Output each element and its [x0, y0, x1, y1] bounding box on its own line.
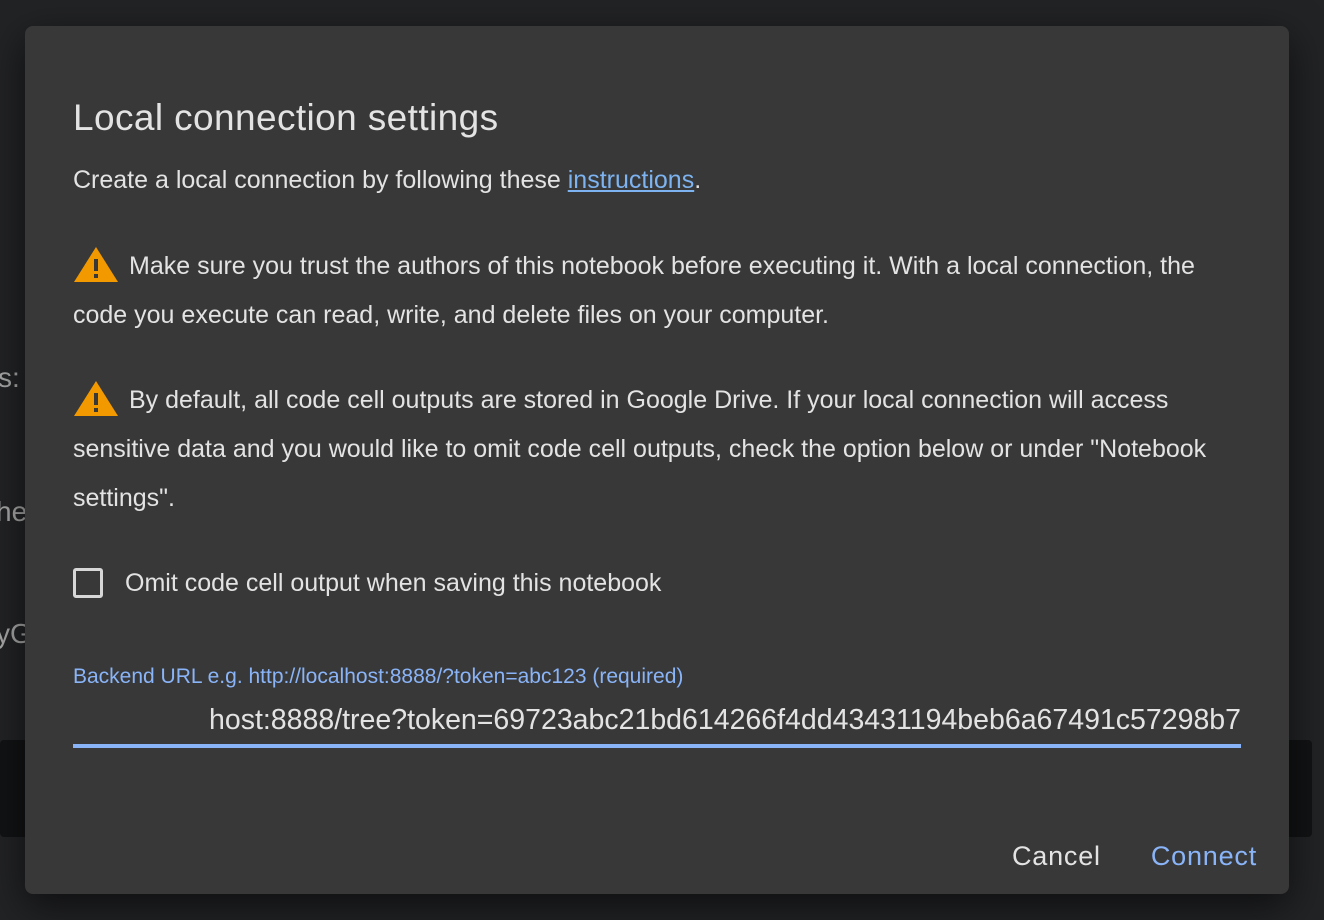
cancel-button[interactable]: Cancel: [1012, 841, 1101, 872]
background-text-fragment: he: [0, 496, 28, 527]
omit-output-label[interactable]: Omit code cell output when saving this n…: [125, 569, 661, 598]
trust-warning-text: Make sure you trust the authors of this …: [73, 252, 1195, 329]
drive-storage-warning: By default, all code cell outputs are st…: [73, 376, 1233, 523]
intro-text-prefix: Create a local connection by following t…: [73, 166, 568, 194]
backend-url-input[interactable]: host:8888/tree?token=69723abc21bd614266f…: [73, 694, 1241, 748]
warning-icon: [74, 247, 118, 282]
intro-text-suffix: .: [694, 166, 702, 194]
dialog-title: Local connection settings: [73, 97, 499, 138]
local-connection-dialog: Local connection settings Create a local…: [25, 26, 1289, 894]
page: s: he yG Local connection settings Creat…: [0, 0, 1324, 920]
connect-button[interactable]: Connect: [1151, 841, 1257, 872]
trust-warning: Make sure you trust the authors of this …: [73, 242, 1233, 340]
intro-text: Create a local connection by following t…: [73, 156, 1241, 205]
background-text-fragment: s:: [0, 362, 20, 393]
backend-url-value[interactable]: host:8888/tree?token=69723abc21bd614266f…: [209, 700, 1241, 740]
warning-icon: [74, 381, 118, 416]
backend-url-label: Backend URL e.g. http://localhost:8888/?…: [73, 665, 684, 688]
omit-output-checkbox[interactable]: [73, 568, 103, 598]
instructions-link[interactable]: instructions: [568, 166, 694, 194]
dialog-actions: Cancel Connect: [1012, 841, 1257, 872]
backend-url-field: Backend URL e.g. http://localhost:8888/?…: [73, 664, 1241, 748]
drive-storage-warning-text: By default, all code cell outputs are st…: [73, 386, 1207, 512]
omit-output-option[interactable]: Omit code cell output when saving this n…: [73, 558, 661, 608]
